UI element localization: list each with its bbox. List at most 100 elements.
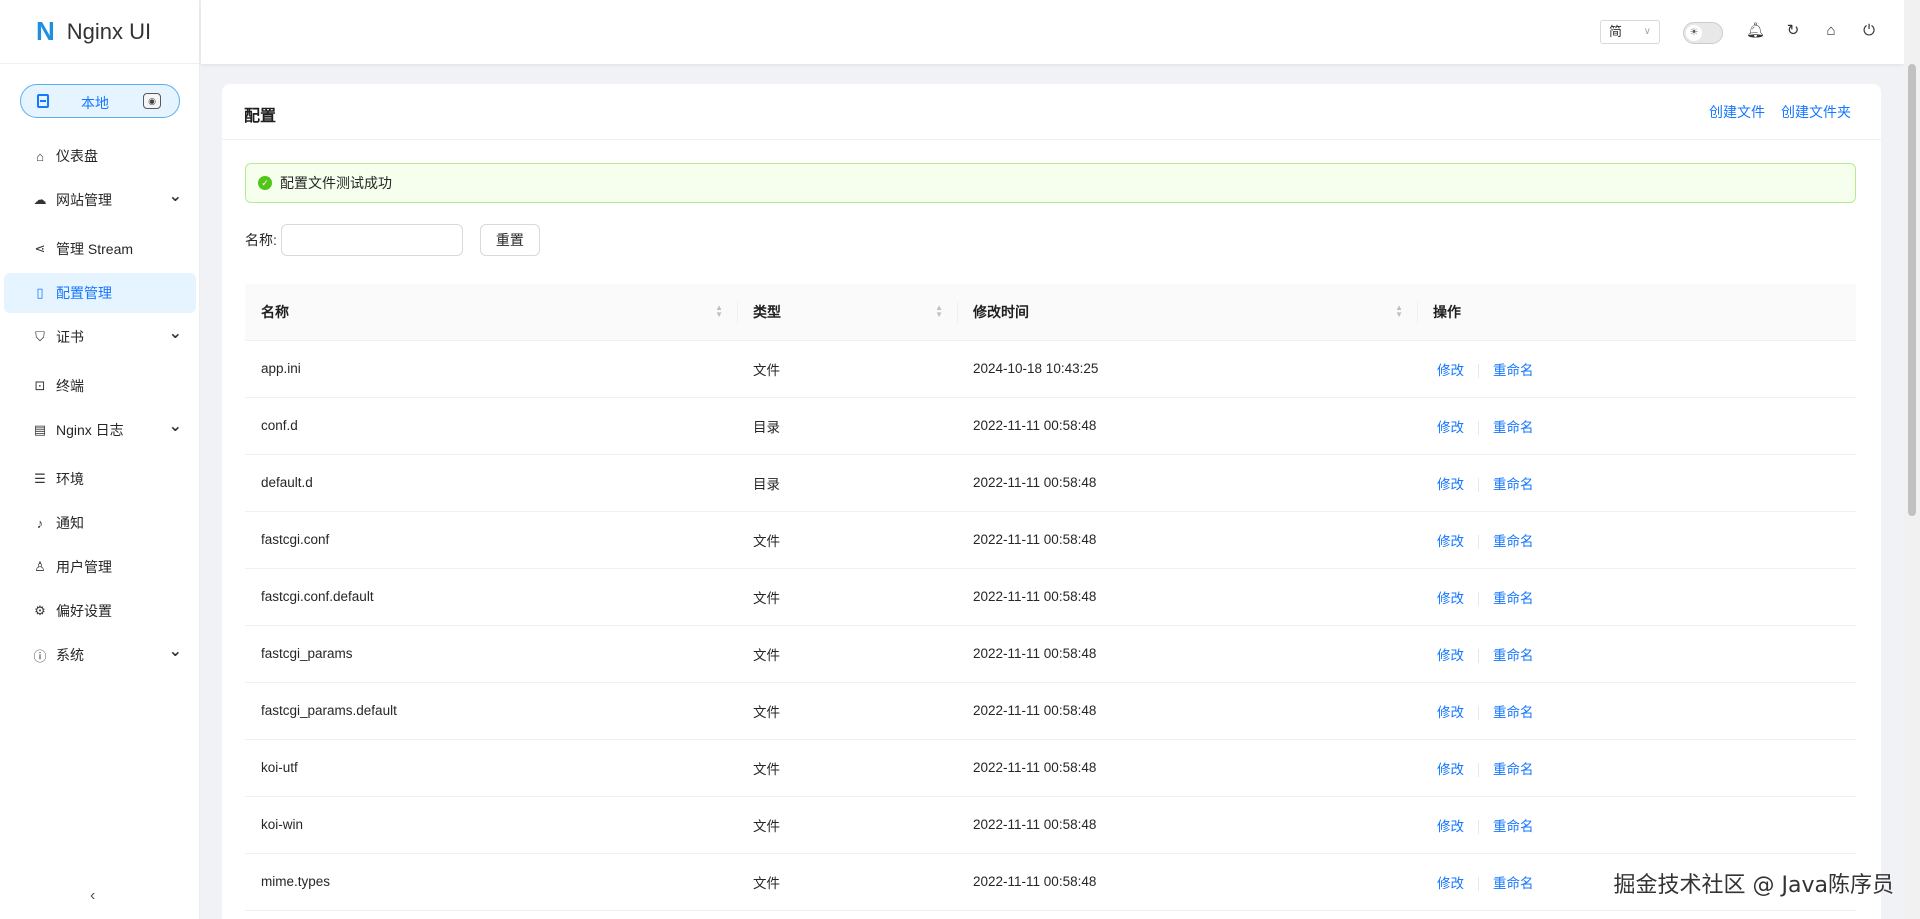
cell-actions: 修改 重命名 (1417, 739, 1856, 797)
chevron-down-icon[interactable]: ⌄ (169, 641, 182, 661)
create-folder-link[interactable]: 创建文件夹 (1781, 102, 1851, 122)
action-divider (1478, 477, 1479, 492)
logout-icon[interactable]: ⏻ (1860, 22, 1878, 40)
cell-name: conf.d (245, 397, 737, 455)
sidebar-item-9[interactable]: ♙ 用户管理 (4, 547, 196, 587)
cell-actions: 修改 重命名 (1417, 625, 1856, 683)
edit-link[interactable]: 修改 (1437, 363, 1464, 378)
config-table: 名称 ▲ ▼ 类型 ▲ ▼ 修改时间 ▲ ▼ 操作 app.ini 文件 202… (245, 284, 1856, 911)
reset-button[interactable]: 重置 (479, 224, 540, 256)
sidebar-item-icon: ⊡ (34, 378, 46, 393)
table-row[interactable]: conf.d 目录 2022-11-11 00:58:48 修改 重命名 (245, 397, 1856, 455)
table-row[interactable]: fastcgi.conf 文件 2022-11-11 00:58:48 修改 重命名 (245, 511, 1856, 569)
edit-link[interactable]: 修改 (1437, 705, 1464, 720)
cell-name: default.d (245, 454, 737, 512)
action-divider (1478, 762, 1479, 777)
robot-icon[interactable]: ◉ (143, 93, 161, 109)
rename-link[interactable]: 重命名 (1493, 819, 1534, 834)
theme-toggle[interactable]: ☀ (1683, 22, 1723, 44)
chevron-down-icon: ∨ (1643, 26, 1651, 37)
top-header: 简 ∨ ☀ 🔔︎ ↻ ⌂ ⏻ (201, 0, 1904, 64)
edit-link[interactable]: 修改 (1437, 477, 1464, 492)
collapse-sidebar-icon[interactable]: ‹ (90, 887, 95, 905)
edit-link[interactable]: 修改 (1437, 819, 1464, 834)
sort-icon[interactable]: ▲ ▼ (935, 304, 943, 319)
home-icon[interactable]: ⌂ (1822, 22, 1840, 40)
action-divider (1478, 363, 1479, 378)
cell-modified: 2022-11-11 00:58:48 (957, 397, 1417, 455)
sidebar-item-label: 偏好设置 (56, 603, 112, 619)
rename-link[interactable]: 重命名 (1493, 534, 1534, 549)
sidebar-item-7[interactable]: ☰ 环境 (4, 459, 196, 499)
column-header-modified[interactable]: 修改时间 ▲ ▼ (957, 284, 1417, 341)
rename-link[interactable]: 重命名 (1493, 477, 1534, 492)
sidebar-item-10[interactable]: ⚙ 偏好设置 (4, 591, 196, 631)
rename-link[interactable]: 重命名 (1493, 363, 1534, 378)
cell-modified: 2022-11-11 00:58:48 (957, 511, 1417, 569)
sidebar-item-11[interactable]: ⓘ 系统 ⌄ (4, 635, 196, 675)
sidebar-item-2[interactable]: ⋖ 管理 Stream (4, 229, 196, 269)
edit-link[interactable]: 修改 (1437, 762, 1464, 777)
table-row[interactable]: fastcgi_params 文件 2022-11-11 00:58:48 修改 重命名 (245, 625, 1856, 683)
cell-type: 文件 (737, 511, 957, 569)
sort-icon[interactable]: ▲ ▼ (1395, 304, 1403, 319)
cell-name: fastcgi.conf (245, 511, 737, 569)
cell-actions: 修改 重命名 (1417, 568, 1856, 626)
table-row[interactable]: koi-utf 文件 2022-11-11 00:58:48 修改 重命名 (245, 739, 1856, 797)
environment-selector[interactable]: 本地 ◉ (20, 84, 180, 118)
sidebar-item-label: 仪表盘 (56, 148, 98, 164)
page-scrollbar[interactable] (1904, 0, 1920, 919)
column-header-type[interactable]: 类型 ▲ ▼ (737, 284, 957, 341)
language-select[interactable]: 简 ∨ (1600, 20, 1660, 44)
chevron-down-icon[interactable]: ⌄ (169, 416, 182, 436)
table-row[interactable]: fastcgi.conf.default 文件 2022-11-11 00:58:4… (245, 568, 1856, 626)
sidebar-item-1[interactable]: ☁ 网站管理 ⌄ (4, 180, 196, 220)
sidebar-item-3[interactable]: ▯ 配置管理 (4, 273, 196, 313)
sidebar-item-4[interactable]: ⛉ 证书 ⌄ (4, 317, 196, 357)
edit-link[interactable]: 修改 (1437, 648, 1464, 663)
cell-modified: 2022-11-11 00:58:48 (957, 625, 1417, 683)
success-alert: ✓ 配置文件测试成功 (245, 163, 1856, 203)
edit-link[interactable]: 修改 (1437, 591, 1464, 606)
sidebar-item-8[interactable]: ♪ 通知 (4, 503, 196, 543)
cell-type: 目录 (737, 454, 957, 512)
table-row[interactable]: fastcgi_params.default 文件 2022-11-11 00:58… (245, 682, 1856, 740)
sidebar-item-5[interactable]: ⊡ 终端 (4, 366, 196, 406)
action-divider (1478, 420, 1479, 435)
sort-icon[interactable]: ▲ ▼ (715, 304, 723, 319)
edit-link[interactable]: 修改 (1437, 876, 1464, 891)
name-search-input[interactable] (280, 224, 463, 256)
table-row[interactable]: default.d 目录 2022-11-11 00:58:48 修改 重命名 (245, 454, 1856, 512)
sidebar-item-label: Nginx 日志 (56, 422, 124, 438)
create-file-link[interactable]: 创建文件 (1709, 102, 1765, 122)
cell-type: 文件 (737, 625, 957, 683)
rename-link[interactable]: 重命名 (1493, 705, 1534, 720)
rename-link[interactable]: 重命名 (1493, 420, 1534, 435)
cell-modified: 2022-11-11 00:58:48 (957, 568, 1417, 626)
bell-icon[interactable]: 🔔︎ (1746, 22, 1765, 40)
edit-link[interactable]: 修改 (1437, 534, 1464, 549)
table-row[interactable]: koi-win 文件 2022-11-11 00:58:48 修改 重命名 (245, 796, 1856, 854)
column-header-name[interactable]: 名称 ▲ ▼ (245, 284, 737, 341)
cell-actions: 修改 重命名 (1417, 454, 1856, 512)
cell-modified: 2024-10-18 10:43:25 (957, 340, 1417, 398)
sidebar-item-6[interactable]: ▤ Nginx 日志 ⌄ (4, 410, 196, 450)
rename-link[interactable]: 重命名 (1493, 876, 1534, 891)
table-header-row: 名称 ▲ ▼ 类型 ▲ ▼ 修改时间 ▲ ▼ 操作 (245, 284, 1856, 341)
reload-icon[interactable]: ↻ (1784, 22, 1802, 40)
logo[interactable]: N Nginx UI (0, 0, 199, 64)
rename-link[interactable]: 重命名 (1493, 762, 1534, 777)
sidebar-item-icon: ▯ (36, 285, 44, 300)
cell-type: 文件 (737, 682, 957, 740)
sidebar-item-label: 通知 (56, 515, 84, 531)
scrollbar-thumb[interactable] (1908, 64, 1916, 516)
rename-link[interactable]: 重命名 (1493, 648, 1534, 663)
action-divider (1478, 819, 1479, 834)
table-row[interactable]: app.ini 文件 2024-10-18 10:43:25 修改 重命名 (245, 340, 1856, 398)
chevron-down-icon[interactable]: ⌄ (169, 323, 182, 343)
sidebar-item-0[interactable]: ⌂ 仪表盘 (4, 136, 196, 176)
rename-link[interactable]: 重命名 (1493, 591, 1534, 606)
sidebar-item-label: 网站管理 (56, 192, 112, 208)
edit-link[interactable]: 修改 (1437, 420, 1464, 435)
chevron-down-icon[interactable]: ⌄ (169, 186, 182, 206)
